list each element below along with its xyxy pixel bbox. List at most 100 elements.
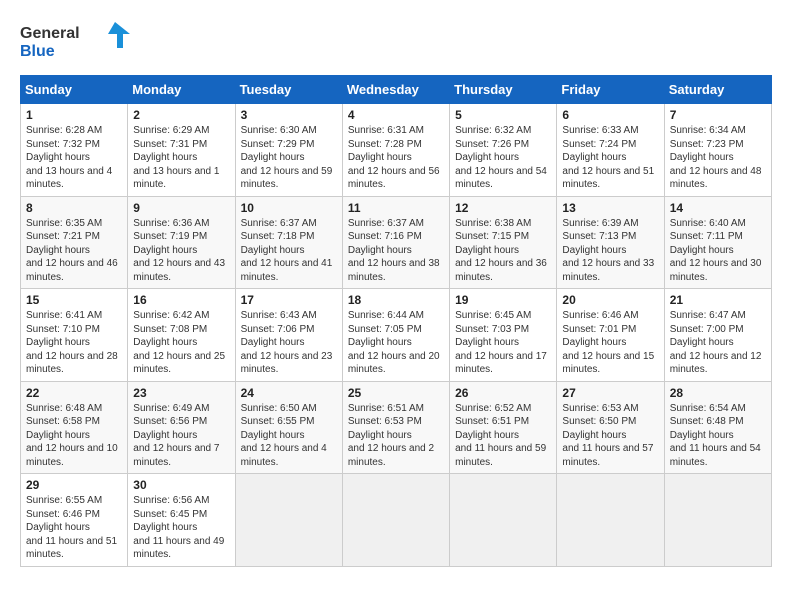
calendar-cell [235, 474, 342, 567]
day-number: 23 [133, 386, 229, 400]
svg-text:Blue: Blue [20, 43, 55, 60]
day-detail: Sunrise: 6:55 AM Sunset: 6:46 PM Dayligh… [26, 494, 122, 562]
calendar-row: 22 Sunrise: 6:48 AM Sunset: 6:58 PM Dayl… [21, 381, 772, 474]
calendar-table: Sunday Monday Tuesday Wednesday Thursday… [20, 75, 772, 567]
calendar-cell [664, 474, 771, 567]
day-number: 17 [241, 293, 337, 307]
calendar-cell: 18 Sunrise: 6:44 AM Sunset: 7:05 PM Dayl… [342, 289, 449, 382]
day-detail: Sunrise: 6:56 AM Sunset: 6:45 PM Dayligh… [133, 494, 229, 562]
calendar-cell: 13 Sunrise: 6:39 AM Sunset: 7:13 PM Dayl… [557, 196, 664, 289]
calendar-cell: 6 Sunrise: 6:33 AM Sunset: 7:24 PM Dayli… [557, 104, 664, 197]
calendar-row: 1 Sunrise: 6:28 AM Sunset: 7:32 PM Dayli… [21, 104, 772, 197]
calendar-cell: 8 Sunrise: 6:35 AM Sunset: 7:21 PM Dayli… [21, 196, 128, 289]
day-number: 24 [241, 386, 337, 400]
day-detail: Sunrise: 6:41 AM Sunset: 7:10 PM Dayligh… [26, 309, 122, 377]
day-number: 5 [455, 108, 551, 122]
header-tuesday: Tuesday [235, 76, 342, 104]
calendar-cell: 1 Sunrise: 6:28 AM Sunset: 7:32 PM Dayli… [21, 104, 128, 197]
day-number: 19 [455, 293, 551, 307]
day-number: 6 [562, 108, 658, 122]
calendar-cell [342, 474, 449, 567]
calendar-cell: 3 Sunrise: 6:30 AM Sunset: 7:29 PM Dayli… [235, 104, 342, 197]
day-number: 1 [26, 108, 122, 122]
day-detail: Sunrise: 6:29 AM Sunset: 7:31 PM Dayligh… [133, 124, 229, 192]
day-number: 13 [562, 201, 658, 215]
day-detail: Sunrise: 6:53 AM Sunset: 6:50 PM Dayligh… [562, 402, 658, 470]
calendar-cell: 25 Sunrise: 6:51 AM Sunset: 6:53 PM Dayl… [342, 381, 449, 474]
day-detail: Sunrise: 6:39 AM Sunset: 7:13 PM Dayligh… [562, 217, 658, 285]
day-detail: Sunrise: 6:49 AM Sunset: 6:56 PM Dayligh… [133, 402, 229, 470]
day-detail: Sunrise: 6:40 AM Sunset: 7:11 PM Dayligh… [670, 217, 766, 285]
day-detail: Sunrise: 6:37 AM Sunset: 7:16 PM Dayligh… [348, 217, 444, 285]
header: General Blue [20, 20, 772, 65]
day-detail: Sunrise: 6:36 AM Sunset: 7:19 PM Dayligh… [133, 217, 229, 285]
calendar-cell: 27 Sunrise: 6:53 AM Sunset: 6:50 PM Dayl… [557, 381, 664, 474]
calendar-cell: 11 Sunrise: 6:37 AM Sunset: 7:16 PM Dayl… [342, 196, 449, 289]
calendar-cell [557, 474, 664, 567]
day-detail: Sunrise: 6:51 AM Sunset: 6:53 PM Dayligh… [348, 402, 444, 470]
calendar-cell: 10 Sunrise: 6:37 AM Sunset: 7:18 PM Dayl… [235, 196, 342, 289]
day-number: 14 [670, 201, 766, 215]
day-number: 9 [133, 201, 229, 215]
header-friday: Friday [557, 76, 664, 104]
day-detail: Sunrise: 6:46 AM Sunset: 7:01 PM Dayligh… [562, 309, 658, 377]
day-detail: Sunrise: 6:34 AM Sunset: 7:23 PM Dayligh… [670, 124, 766, 192]
day-number: 12 [455, 201, 551, 215]
day-detail: Sunrise: 6:54 AM Sunset: 6:48 PM Dayligh… [670, 402, 766, 470]
logo: General Blue [20, 20, 130, 65]
day-number: 7 [670, 108, 766, 122]
calendar-row: 15 Sunrise: 6:41 AM Sunset: 7:10 PM Dayl… [21, 289, 772, 382]
day-number: 2 [133, 108, 229, 122]
calendar-cell: 28 Sunrise: 6:54 AM Sunset: 6:48 PM Dayl… [664, 381, 771, 474]
day-detail: Sunrise: 6:31 AM Sunset: 7:28 PM Dayligh… [348, 124, 444, 192]
calendar-cell: 5 Sunrise: 6:32 AM Sunset: 7:26 PM Dayli… [450, 104, 557, 197]
calendar-cell: 15 Sunrise: 6:41 AM Sunset: 7:10 PM Dayl… [21, 289, 128, 382]
day-number: 11 [348, 201, 444, 215]
calendar-cell: 17 Sunrise: 6:43 AM Sunset: 7:06 PM Dayl… [235, 289, 342, 382]
header-thursday: Thursday [450, 76, 557, 104]
day-detail: Sunrise: 6:38 AM Sunset: 7:15 PM Dayligh… [455, 217, 551, 285]
day-detail: Sunrise: 6:28 AM Sunset: 7:32 PM Dayligh… [26, 124, 122, 192]
day-number: 29 [26, 478, 122, 492]
day-number: 21 [670, 293, 766, 307]
logo-container: General Blue [20, 20, 130, 65]
day-detail: Sunrise: 6:35 AM Sunset: 7:21 PM Dayligh… [26, 217, 122, 285]
calendar-cell: 29 Sunrise: 6:55 AM Sunset: 6:46 PM Dayl… [21, 474, 128, 567]
calendar-cell: 23 Sunrise: 6:49 AM Sunset: 6:56 PM Dayl… [128, 381, 235, 474]
calendar-cell: 20 Sunrise: 6:46 AM Sunset: 7:01 PM Dayl… [557, 289, 664, 382]
day-number: 15 [26, 293, 122, 307]
calendar-row: 8 Sunrise: 6:35 AM Sunset: 7:21 PM Dayli… [21, 196, 772, 289]
calendar-cell: 14 Sunrise: 6:40 AM Sunset: 7:11 PM Dayl… [664, 196, 771, 289]
header-wednesday: Wednesday [342, 76, 449, 104]
calendar-cell: 22 Sunrise: 6:48 AM Sunset: 6:58 PM Dayl… [21, 381, 128, 474]
day-number: 3 [241, 108, 337, 122]
calendar-cell: 19 Sunrise: 6:45 AM Sunset: 7:03 PM Dayl… [450, 289, 557, 382]
calendar-cell: 7 Sunrise: 6:34 AM Sunset: 7:23 PM Dayli… [664, 104, 771, 197]
day-number: 18 [348, 293, 444, 307]
calendar-cell [450, 474, 557, 567]
day-number: 8 [26, 201, 122, 215]
weekday-header-row: Sunday Monday Tuesday Wednesday Thursday… [21, 76, 772, 104]
day-number: 10 [241, 201, 337, 215]
day-detail: Sunrise: 6:44 AM Sunset: 7:05 PM Dayligh… [348, 309, 444, 377]
day-detail: Sunrise: 6:47 AM Sunset: 7:00 PM Dayligh… [670, 309, 766, 377]
day-detail: Sunrise: 6:42 AM Sunset: 7:08 PM Dayligh… [133, 309, 229, 377]
day-detail: Sunrise: 6:52 AM Sunset: 6:51 PM Dayligh… [455, 402, 551, 470]
day-detail: Sunrise: 6:50 AM Sunset: 6:55 PM Dayligh… [241, 402, 337, 470]
calendar-row: 29 Sunrise: 6:55 AM Sunset: 6:46 PM Dayl… [21, 474, 772, 567]
calendar-cell: 30 Sunrise: 6:56 AM Sunset: 6:45 PM Dayl… [128, 474, 235, 567]
day-detail: Sunrise: 6:43 AM Sunset: 7:06 PM Dayligh… [241, 309, 337, 377]
calendar-cell: 9 Sunrise: 6:36 AM Sunset: 7:19 PM Dayli… [128, 196, 235, 289]
day-number: 26 [455, 386, 551, 400]
day-number: 28 [670, 386, 766, 400]
day-number: 4 [348, 108, 444, 122]
day-number: 22 [26, 386, 122, 400]
calendar-cell: 16 Sunrise: 6:42 AM Sunset: 7:08 PM Dayl… [128, 289, 235, 382]
calendar-cell: 21 Sunrise: 6:47 AM Sunset: 7:00 PM Dayl… [664, 289, 771, 382]
svg-text:General: General [20, 25, 80, 42]
day-detail: Sunrise: 6:32 AM Sunset: 7:26 PM Dayligh… [455, 124, 551, 192]
day-number: 30 [133, 478, 229, 492]
calendar-cell: 26 Sunrise: 6:52 AM Sunset: 6:51 PM Dayl… [450, 381, 557, 474]
calendar-cell: 2 Sunrise: 6:29 AM Sunset: 7:31 PM Dayli… [128, 104, 235, 197]
day-detail: Sunrise: 6:33 AM Sunset: 7:24 PM Dayligh… [562, 124, 658, 192]
